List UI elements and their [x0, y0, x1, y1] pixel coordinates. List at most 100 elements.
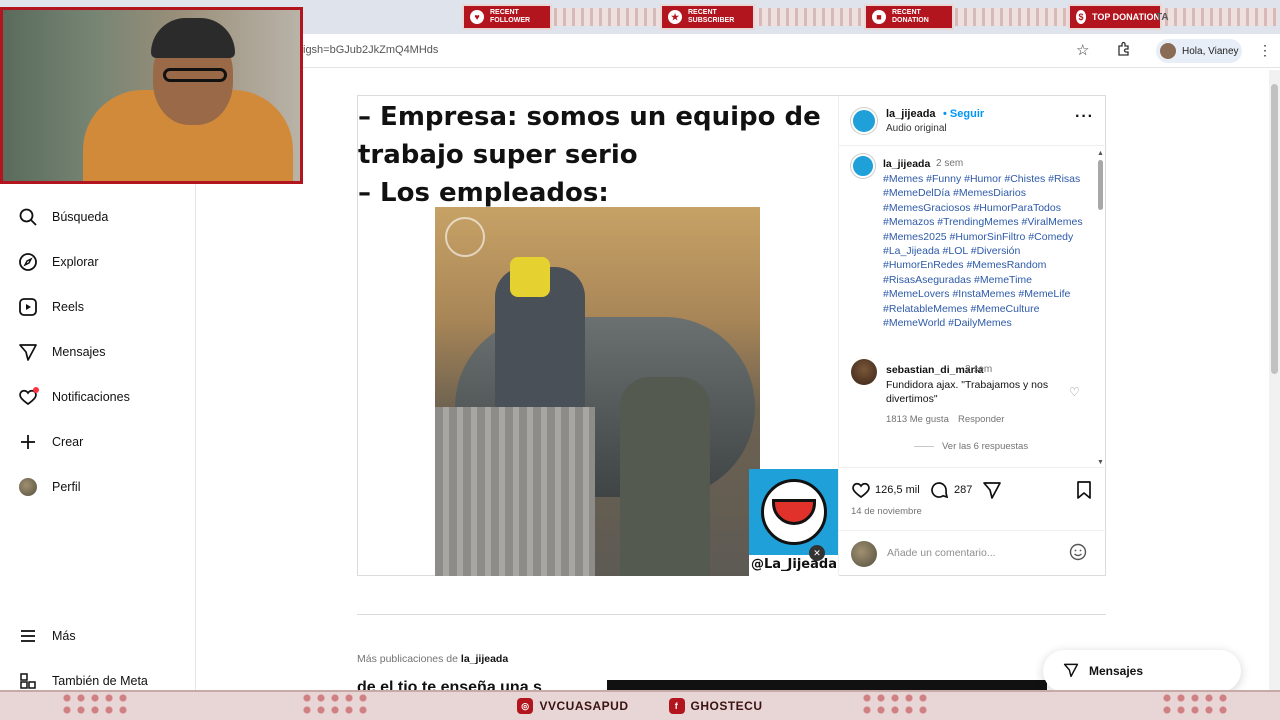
user-avatar: [851, 541, 877, 567]
post-video[interactable]: [435, 207, 760, 576]
recent-follower-banner: ♥ RECENT FOLLOWER: [462, 4, 552, 30]
comment-reply-button[interactable]: Responder: [958, 414, 1004, 425]
comment-text: Fundidora ajax. "Trabajamos y nos divert…: [886, 379, 1049, 405]
creator-logo: ✕ @La_Jijeada: [749, 469, 839, 576]
sidebar-item-label: Mensajes: [52, 345, 106, 359]
account-avatar[interactable]: [851, 108, 877, 134]
sidebar-item-label: También de Meta: [52, 674, 148, 688]
caption-username[interactable]: la_jijeada: [883, 158, 930, 170]
heart-icon: [18, 387, 39, 407]
sidebar-item-create[interactable]: Crear: [18, 432, 83, 452]
overlay-banner-strip: [1150, 8, 1278, 26]
sidebar-item-label: Más: [52, 629, 76, 643]
trophy-icon: ★: [668, 10, 682, 24]
meta-grid-icon: [18, 671, 38, 691]
overlay-splatter: [860, 692, 930, 718]
sidebar-item-label: Reels: [52, 300, 84, 314]
more-options-icon[interactable]: ···: [1075, 108, 1094, 126]
more-posts-account[interactable]: la_jijeada: [461, 653, 508, 665]
stream-socials-bar: ◎ VVCUASAPUD f GHOSTECU: [0, 690, 1280, 720]
comment-like-icon[interactable]: ♡: [1069, 385, 1080, 399]
top-donation-banner: $ TOP DONATION: [1068, 4, 1162, 30]
overlay-banner-strip: [940, 8, 1070, 26]
gift-icon: ■: [872, 10, 886, 24]
watermark-handle: @La_Jijeada: [751, 557, 837, 572]
save-icon[interactable]: [1075, 480, 1093, 505]
sidebar-item-explore[interactable]: Explorar: [18, 252, 99, 272]
sidebar-item-label: Notificaciones: [52, 390, 130, 404]
notification-dot: [33, 387, 39, 393]
browser-menu-icon[interactable]: ⋮: [1258, 42, 1272, 59]
caption-time: 2 sem: [936, 158, 964, 169]
sidebar-item-profile[interactable]: Perfil: [18, 477, 80, 497]
top-donation-trail: TA: [1156, 12, 1169, 23]
plus-icon: [18, 432, 38, 452]
compass-icon: [18, 252, 38, 272]
audio-label[interactable]: Audio original: [886, 123, 947, 134]
instagram-icon: ◎: [517, 698, 534, 714]
caption-hashtags[interactable]: #Memes #Funny #Humor #Chistes #Risas #Me…: [883, 172, 1083, 330]
bookmark-star-icon[interactable]: ☆: [1076, 41, 1089, 59]
social-facebook: f GHOSTECU: [668, 698, 763, 714]
sidebar-item-label: Explorar: [52, 255, 99, 269]
overlay-splatter: [60, 692, 130, 718]
post-date: 14 de noviembre: [851, 506, 922, 517]
sidebar-item-label: Perfil: [52, 480, 81, 494]
post-card: – Empresa: somos un equipo de trabajo su…: [357, 95, 1107, 576]
comments-scrollbar[interactable]: ▲ ▼: [1097, 150, 1105, 466]
comment-time: 2 sem: [965, 364, 993, 375]
post-header: la_jijeada • Seguir Audio original ···: [839, 96, 1107, 146]
comments-count[interactable]: 287: [954, 484, 972, 496]
account-name[interactable]: la_jijeada: [886, 108, 936, 120]
share-icon[interactable]: [982, 480, 1002, 505]
comment-icon[interactable]: [929, 480, 949, 505]
search-icon: [18, 207, 38, 227]
laughing-face-icon: [749, 469, 838, 555]
avatar: [1160, 43, 1176, 59]
extensions-icon[interactable]: [1116, 41, 1132, 57]
send-icon: [1063, 662, 1079, 681]
sidebar-item-notifications[interactable]: Notificaciones: [18, 387, 130, 407]
sidebar-item-reels[interactable]: Reels: [18, 297, 84, 317]
commenter-avatar[interactable]: [851, 359, 877, 385]
sidebar-item-more[interactable]: Más: [18, 626, 76, 646]
page-scrollbar[interactable]: [1269, 70, 1280, 690]
menu-icon: [18, 626, 38, 646]
money-bag-icon: $: [1076, 10, 1086, 24]
emoji-icon[interactable]: [1069, 543, 1087, 566]
comment-likes[interactable]: 1813 Me gusta: [886, 414, 949, 425]
messages-button[interactable]: Mensajes: [1043, 650, 1241, 692]
address-bar-url[interactable]: igsh=bGJub2JkZmQ4MHds: [303, 44, 438, 56]
follow-button[interactable]: • Seguir: [943, 108, 984, 120]
sidebar-item-search[interactable]: Búsqueda: [18, 207, 108, 227]
overlay-splatter: [1160, 692, 1230, 718]
sidebar-item-label: Crear: [52, 435, 84, 449]
sidebar-item-label: Búsqueda: [52, 210, 109, 224]
social-instagram: ◎ VVCUASAPUD: [517, 698, 628, 714]
section-divider: [357, 614, 1106, 615]
comment-input[interactable]: [887, 547, 1067, 559]
post-details-panel: la_jijeada • Seguir Audio original ··· l…: [838, 96, 1107, 576]
webcam-overlay: [0, 7, 303, 184]
facebook-icon: f: [668, 698, 685, 714]
next-post-caption: de el tio te enseña una s: [357, 679, 542, 690]
browser-profile-chip[interactable]: Hola, Vianey: [1156, 39, 1242, 63]
comments-list: la_jijeada 2 sem #Memes #Funny #Humor #C…: [839, 148, 1107, 466]
post-video-caption: – Empresa: somos un equipo de trabajo su…: [358, 102, 821, 208]
recent-donation-banner: ■ RECENT DONATION: [864, 4, 954, 30]
view-replies-button[interactable]: Ver las 6 respuestas: [914, 441, 1028, 452]
sidebar-item-messages[interactable]: Mensajes: [18, 342, 106, 362]
recent-subscriber-banner: ★ RECENT SUBSCRIBER: [660, 4, 755, 30]
avatar-icon: [18, 477, 38, 497]
add-comment-row: [839, 530, 1107, 576]
sidebar: Búsqueda Explorar Reels Mensajes Notific…: [0, 184, 196, 690]
likes-count[interactable]: 126,5 mil: [875, 484, 920, 496]
sidebar-item-also-from-meta[interactable]: También de Meta: [18, 671, 148, 691]
more-posts-thumbnails[interactable]: [607, 680, 1047, 690]
reels-icon: [18, 297, 38, 317]
watermark-logo-icon: [445, 217, 485, 257]
more-posts-heading: Más publicaciones de la_jijeada: [357, 653, 509, 665]
caption-avatar[interactable]: [851, 154, 875, 178]
overlay-splatter: [300, 692, 370, 718]
like-icon[interactable]: [851, 480, 871, 505]
